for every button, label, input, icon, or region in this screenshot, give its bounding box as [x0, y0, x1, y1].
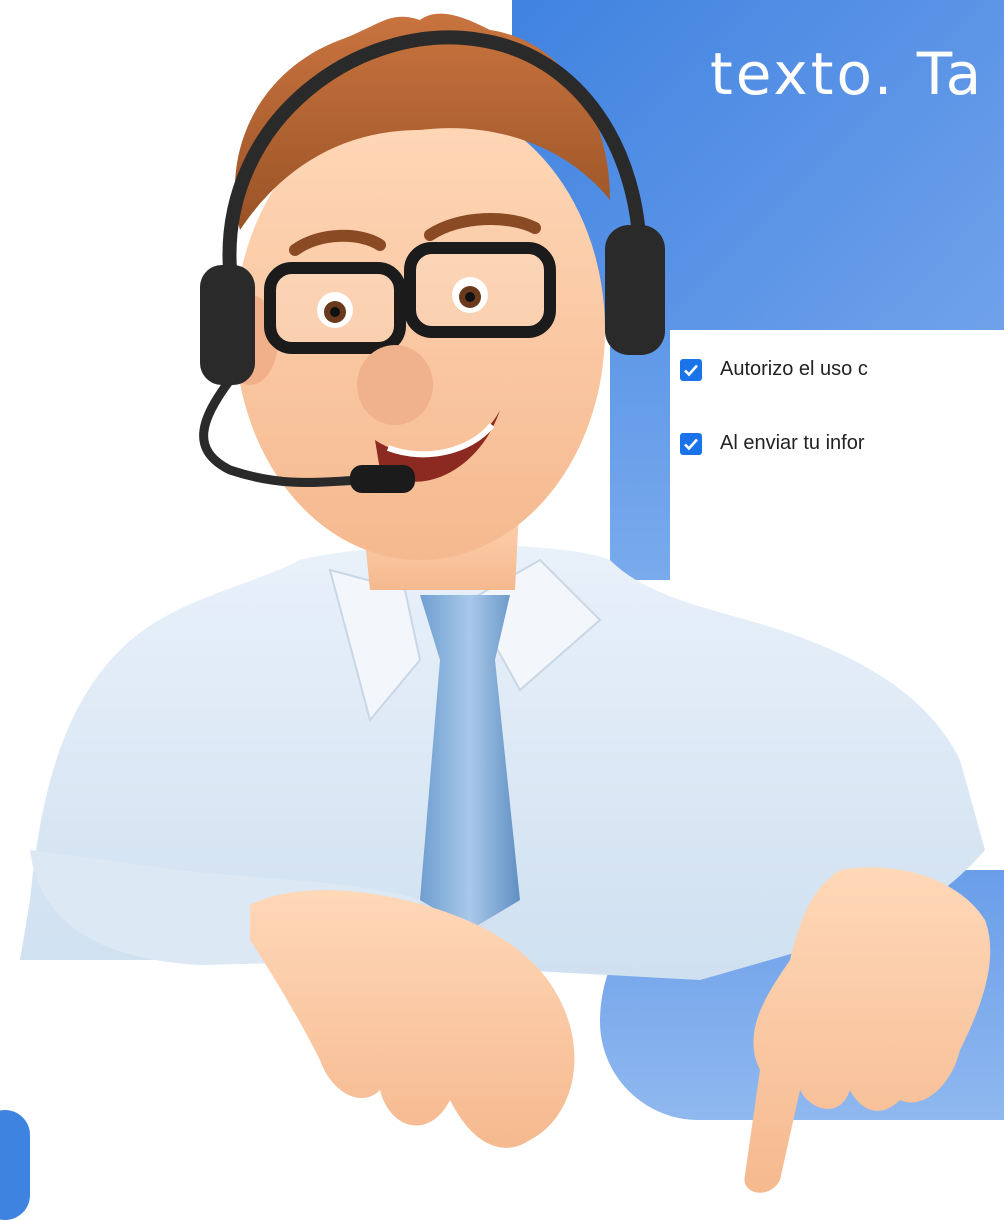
support-agent-icon: [20, 13, 991, 1193]
